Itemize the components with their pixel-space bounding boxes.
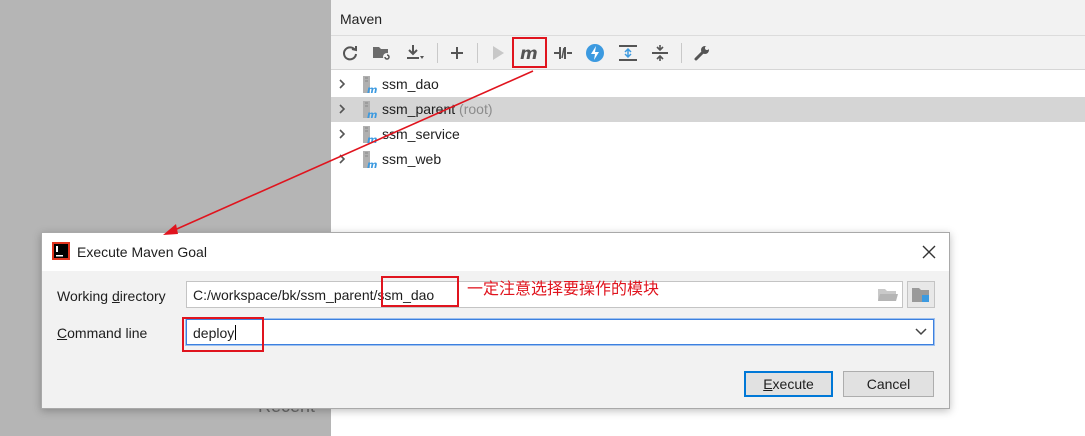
svg-text:m: m bbox=[367, 85, 377, 94]
toolbar-separator bbox=[681, 43, 682, 63]
browse-folder-icon[interactable] bbox=[877, 286, 899, 304]
collapse-all-icon[interactable] bbox=[647, 40, 673, 66]
toolbar-separator bbox=[437, 43, 438, 63]
tree-item-ssm-dao[interactable]: m ssm_dao bbox=[331, 72, 1085, 97]
toolbar-separator bbox=[477, 43, 478, 63]
skip-tests-icon[interactable] bbox=[582, 40, 608, 66]
maven-header: Maven bbox=[331, 0, 1085, 36]
svg-text:m: m bbox=[367, 110, 377, 119]
select-module-button[interactable] bbox=[907, 281, 935, 308]
maven-module-icon: m bbox=[363, 126, 377, 144]
dialog-titlebar: Execute Maven Goal bbox=[42, 233, 949, 271]
execute-button[interactable]: Execute bbox=[744, 371, 833, 397]
toggle-offline-icon[interactable] bbox=[550, 40, 576, 66]
command-line-label: Command line bbox=[57, 325, 148, 341]
chevron-right-icon[interactable] bbox=[335, 77, 349, 91]
add-icon[interactable] bbox=[444, 40, 470, 66]
chevron-right-icon[interactable] bbox=[335, 127, 349, 141]
generate-sources-icon[interactable] bbox=[369, 40, 395, 66]
annotation-box-execute-goal bbox=[512, 37, 547, 68]
settings-wrench-icon[interactable] bbox=[689, 40, 715, 66]
tree-item-label: ssm_parent (root) bbox=[382, 101, 493, 117]
tree-item-label: ssm_service bbox=[382, 126, 460, 142]
module-folder-icon bbox=[912, 287, 929, 302]
tree-item-label: ssm_dao bbox=[382, 76, 439, 92]
working-directory-label: Working directory bbox=[57, 288, 166, 304]
reload-icon[interactable] bbox=[337, 40, 363, 66]
tree-item-label: ssm_web bbox=[382, 151, 442, 167]
dialog-title: Execute Maven Goal bbox=[77, 244, 207, 260]
maven-module-icon: m bbox=[363, 151, 377, 169]
maven-module-icon: m bbox=[363, 101, 377, 119]
root-badge: (root) bbox=[459, 101, 493, 117]
command-line-input[interactable]: deploy bbox=[186, 319, 934, 345]
cancel-button[interactable]: Cancel bbox=[843, 371, 934, 397]
run-icon[interactable] bbox=[485, 40, 511, 66]
annotation-box-command bbox=[182, 317, 264, 352]
tree-item-ssm-web[interactable]: m ssm_web bbox=[331, 147, 1085, 172]
tree-item-ssm-service[interactable]: m ssm_service bbox=[331, 122, 1085, 147]
maven-title: Maven bbox=[340, 11, 383, 27]
annotation-box-module-path bbox=[381, 276, 459, 307]
chevron-right-icon[interactable] bbox=[335, 102, 349, 116]
maven-module-icon: m bbox=[363, 76, 377, 94]
chevron-right-icon[interactable] bbox=[335, 152, 349, 166]
annotation-note: 一定注意选择要操作的模块 bbox=[467, 281, 660, 298]
execute-maven-goal-dialog: Execute Maven Goal Working directory C:/… bbox=[41, 232, 950, 409]
expand-all-icon[interactable] bbox=[615, 40, 641, 66]
svg-text:m: m bbox=[367, 135, 377, 144]
chevron-down-icon[interactable] bbox=[913, 325, 929, 339]
intellij-app-icon bbox=[52, 242, 70, 260]
download-icon[interactable] bbox=[402, 40, 428, 66]
svg-text:m: m bbox=[367, 160, 377, 169]
tree-item-ssm-parent[interactable]: m ssm_parent (root) bbox=[331, 97, 1085, 122]
close-icon[interactable] bbox=[918, 241, 940, 263]
maven-toolbar: m bbox=[331, 36, 1085, 70]
